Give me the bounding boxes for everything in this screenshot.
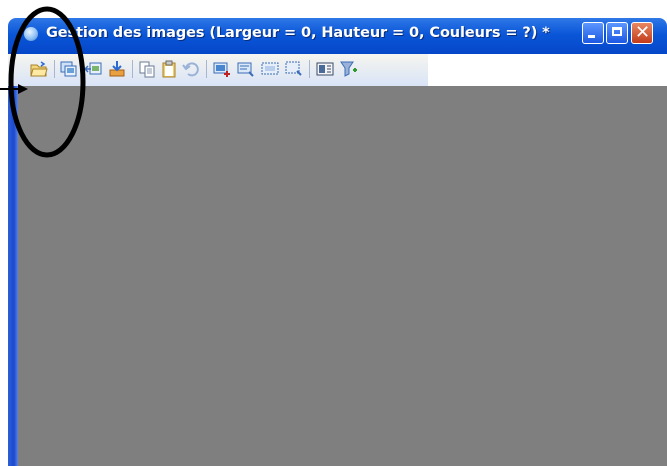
close-button[interactable]: ✕ <box>631 22 653 44</box>
properties-icon[interactable] <box>316 60 334 78</box>
filter-icon[interactable] <box>340 60 358 78</box>
select-area-icon[interactable] <box>261 60 279 78</box>
paste-icon[interactable] <box>160 60 178 78</box>
app-icon[interactable] <box>24 27 38 41</box>
title-bar[interactable]: Gestion des images (Largeur = 0, Hauteur… <box>8 18 667 54</box>
toolbar <box>8 54 429 87</box>
toolbar-blank-area <box>428 54 667 86</box>
image-workspace[interactable] <box>18 86 667 466</box>
open-folder-icon[interactable] <box>30 60 48 78</box>
edit-image-icon[interactable] <box>237 60 255 78</box>
toolbar-separator <box>206 60 207 78</box>
toolbar-separator <box>132 60 133 78</box>
copy-image-icon[interactable] <box>83 60 102 78</box>
copy-icon[interactable] <box>138 60 156 78</box>
window-title: Gestion des images (Largeur = 0, Hauteur… <box>46 25 550 41</box>
select-region-icon[interactable] <box>285 60 303 78</box>
add-image-icon[interactable] <box>213 60 231 78</box>
duplicate-image-icon[interactable] <box>60 60 78 78</box>
toolbar-separator <box>54 60 55 78</box>
window-left-border <box>8 86 18 466</box>
minimize-icon <box>588 35 595 38</box>
close-icon: ✕ <box>635 22 651 43</box>
toolbar-separator <box>309 60 310 78</box>
maximize-button[interactable] <box>606 22 628 44</box>
undo-icon[interactable] <box>182 60 200 78</box>
minimize-button[interactable] <box>582 22 604 44</box>
maximize-icon <box>612 27 622 36</box>
import-icon[interactable] <box>108 60 126 78</box>
app-window: Gestion des images (Largeur = 0, Hauteur… <box>8 18 667 466</box>
